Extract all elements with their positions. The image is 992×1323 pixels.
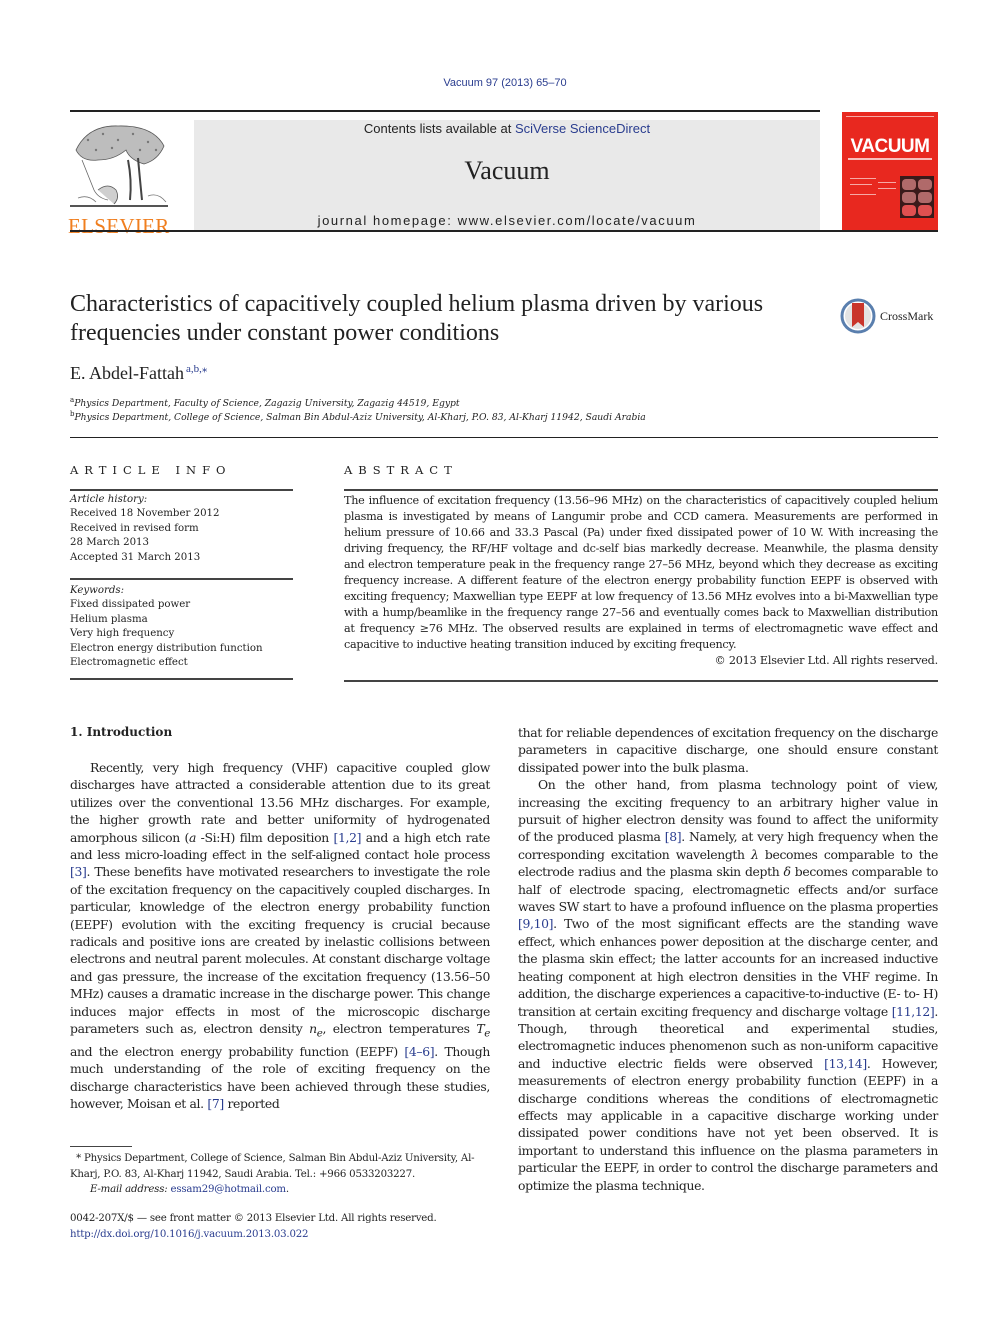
reference-link[interactable]: [11,12] [892,1004,935,1019]
crossmark-label: CrossMark [880,308,934,323]
body-text: and the electron energy probability func… [70,1043,405,1059]
keywords: Keywords: Fixed dissipated power Helium … [70,584,295,670]
citation-link[interactable]: Vacuum 97 (2013) 65–70 [443,77,566,89]
reference-link[interactable]: [9,10] [518,916,554,931]
crossmark-button[interactable]: CrossMark [840,296,933,336]
reference-link[interactable]: [4–6] [404,1044,434,1059]
crossmark-icon [840,298,876,334]
reference-link[interactable]: [1,2] [334,830,362,845]
contents-prefix: Contents lists available at [363,121,515,136]
email-suffix: . [285,1184,289,1195]
symbol-delta: δ [783,864,791,880]
cover-thumb [902,179,916,190]
cover-thumb [902,205,916,216]
symbol-electron-density: n [309,1021,317,1037]
history-item: Received in revised form [70,522,199,534]
abstract-rule [344,680,938,682]
body-text: . However, measurements of electron ener… [518,1055,938,1193]
body-text: -Si:H) film deposition [196,829,334,845]
contents-line: Contents lists available at SciVerse Sci… [194,121,820,136]
abstract-rule [344,489,938,491]
reference-link[interactable]: [13,14] [824,1056,867,1071]
article-history: Article history: Received 18 November 20… [70,493,295,565]
body-column-right: that for reliable dependences of excitat… [518,724,938,1194]
front-matter: 0042-207X/$ — see front matter © 2013 El… [70,1211,510,1242]
cover-plasma-images [900,176,934,218]
affiliation-a: aPhysics Department, Faculty of Science,… [70,396,460,409]
abstract-text: The influence of excitation frequency (1… [344,494,938,651]
cover-top-rule [846,116,934,117]
email-caption: E-mail address: [90,1184,171,1195]
journal-citation[interactable]: Vacuum 97 (2013) 65–70 [0,77,992,89]
body-text: . These benefits have motivated research… [70,864,490,1037]
cover-text-line [850,178,876,179]
email-link[interactable]: essam29@hotmail.com [171,1184,287,1195]
author-name-text: E. Abdel-Fattah [70,363,184,383]
footnote-rule [70,1146,132,1147]
reference-link[interactable]: [8] [665,829,682,844]
elsevier-logo: ELSEVIER [68,120,174,237]
cover-text-line [878,182,896,183]
abstract-copyright: © 2013 Elsevier Ltd. All rights reserved… [714,654,938,667]
body-text: . Two of the most significant effects ar… [518,916,938,1019]
article-title: Characteristics of capacitively coupled … [70,291,764,346]
sciencedirect-link[interactable]: SciVerse ScienceDirect [515,121,650,136]
symbol-lambda: λ [751,846,759,862]
header-bottom-rule [70,230,938,232]
keyword-item: Helium plasma [70,613,148,625]
cover-thumb [918,205,932,216]
intro-paragraph: On the other hand, from plasma technolog… [518,776,938,1194]
author-affiliation-marks[interactable]: a,b,⁎ [186,363,207,375]
elsevier-tree-icon [70,125,168,207]
article-info-heading: ARTICLE INFO [70,463,232,477]
journal-cover-image[interactable]: VACUUM [842,112,938,230]
keyword-item: Electromagnetic effect [70,657,188,669]
cover-subtitle-bar [848,158,932,160]
body-text-italic: a [188,829,197,845]
reference-link[interactable]: [3] [70,864,87,879]
article-info-rule [70,489,293,491]
abstract-heading: ABSTRACT [344,463,458,477]
introduction-heading: 1. Introduction [70,725,173,739]
journal-homepage[interactable]: journal homepage: www.elsevier.com/locat… [194,213,820,228]
cover-text-line [850,194,876,195]
body-text: reported [223,1096,280,1112]
issn-line: 0042-207X/$ — see front matter © 2013 El… [70,1213,437,1224]
affiliation-b: bPhysics Department, College of Science,… [70,410,646,423]
footnote-address: * Physics Department, College of Science… [70,1151,490,1182]
author-name[interactable]: E. Abdel-Fattah a,b,⁎ [70,362,207,384]
corresponding-author-footnote: * Physics Department, College of Science… [70,1151,490,1198]
history-caption: Article history: [70,494,148,505]
elsevier-wordmark: ELSEVIER [68,214,170,238]
cover-text-line [850,184,872,185]
intro-paragraph: that for reliable dependences of excitat… [518,725,938,775]
history-item: Accepted 31 March 2013 [70,551,201,563]
article-info-rule [70,678,293,680]
symbol-subscript: e [484,1027,490,1040]
history-item: Received 18 November 2012 [70,508,220,520]
keyword-item: Very high frequency [70,628,175,640]
doi-link[interactable]: http://dx.doi.org/10.1016/j.vacuum.2013.… [70,1229,309,1240]
keyword-item: Electron energy distribution function [70,642,263,654]
body-text: , electron temperatures [322,1021,477,1037]
affiliation-text: Physics Department, College of Science, … [74,412,646,424]
journal-name: Vacuum [464,156,550,185]
cover-title: VACUUM [850,136,930,157]
history-item: 28 March 2013 [70,537,150,549]
keywords-caption: Keywords: [70,585,125,596]
keyword-item: Fixed dissipated power [70,599,191,611]
section-divider [70,437,938,438]
cover-thumb [918,179,932,190]
cover-thumb [918,192,932,203]
body-column-left: Recently, very high frequency (VHF) capa… [70,759,490,1113]
footnote-email: E-mail address: essam29@hotmail.com. [70,1182,490,1198]
header-top-rule [70,110,820,112]
affiliation-text: Physics Department, Faculty of Science, … [74,398,460,410]
footnote-text: Physics Department, College of Science, … [70,1153,475,1180]
cover-text-line [878,188,896,189]
intro-paragraph: Recently, very high frequency (VHF) capa… [70,759,490,1113]
article-info-rule [70,578,293,580]
reference-link[interactable]: [7] [207,1096,224,1111]
cover-thumb [902,192,916,203]
